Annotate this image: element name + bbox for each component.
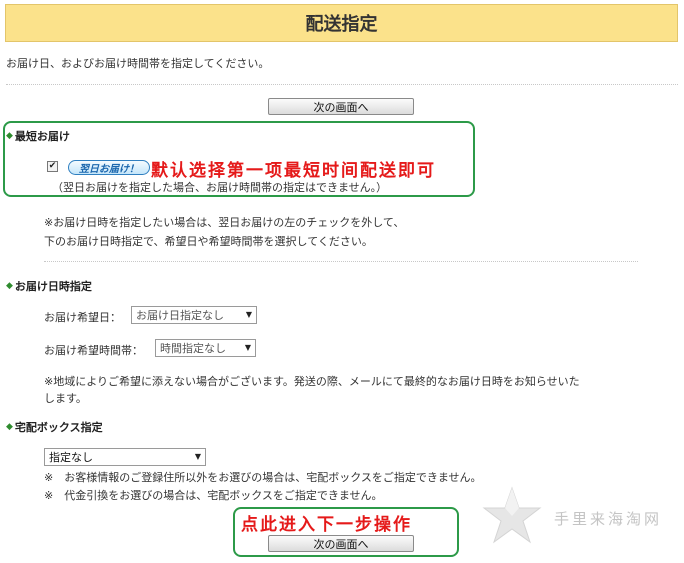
green-diamond-icon: ◆ (6, 422, 13, 432)
delivery-box-note1: ※ お客様情報のご登録住所以外をお選びの場合は、宅配ボックスをご指定できません。 (44, 471, 482, 484)
intro-text: お届け日、およびお届け時間帯を指定してください。 (6, 57, 270, 70)
section-title-datetime: ◆ お届け日時指定 (6, 278, 92, 294)
delivery-date-value: お届け日指定なし (136, 309, 224, 322)
datetime-note-line2: します。 (44, 392, 87, 405)
next-screen-button-top[interactable]: 次の画面へ (268, 98, 414, 115)
delivery-settings-page: 配送指定 お届け日、およびお届け時間帯を指定してください。 次の画面へ ◆ 最短… (0, 0, 684, 563)
highlight-box-fastest (3, 121, 475, 197)
section-title-delivery-box-label: 宅配ボックス指定 (14, 421, 103, 434)
delivery-time-label: お届け希望時間帯： (44, 344, 143, 357)
delivery-box-note2: ※ 代金引換をお選びの場合は、宅配ボックスをご指定できません。 (44, 489, 383, 502)
delivery-date-label: お届け希望日： (44, 311, 121, 324)
divider (6, 84, 678, 85)
fastest-note-line1: ※お届け日時を指定したい場合は、翌日お届けの左のチェックを外して、 (44, 216, 405, 229)
header-banner: 配送指定 (5, 4, 678, 42)
delivery-box-value: 指定なし (49, 451, 93, 464)
watermark: 手里来海淘网 (480, 486, 680, 546)
triangle-down-icon: ▼ (194, 452, 201, 461)
triangle-down-icon: ▼ (244, 343, 251, 352)
delivery-time-select[interactable]: 時間指定なし ▼ (155, 339, 256, 357)
fastest-note-line2: 下のお届け日時指定で、希望日や希望時間帯を選択してください。 (44, 235, 373, 248)
page-title: 配送指定 (305, 14, 378, 35)
watermark-text: 手里来海淘网 (554, 510, 663, 528)
star-icon (482, 486, 542, 544)
delivery-time-value: 時間指定なし (160, 342, 226, 355)
datetime-note-line1: ※地域によりご希望に添えない場合がございます。発送の際、メールにて最終的なお届け… (44, 375, 580, 388)
green-diamond-icon: ◆ (6, 281, 13, 291)
delivery-box-select[interactable]: 指定なし ▼ (44, 448, 206, 466)
triangle-down-icon: ▼ (245, 310, 252, 319)
highlight-box-next-step (233, 507, 459, 557)
divider-dotted (44, 261, 638, 262)
section-title-datetime-label: お届け日時指定 (14, 280, 92, 293)
section-title-delivery-box: ◆ 宅配ボックス指定 (6, 419, 103, 435)
delivery-date-select[interactable]: お届け日指定なし ▼ (131, 306, 257, 324)
